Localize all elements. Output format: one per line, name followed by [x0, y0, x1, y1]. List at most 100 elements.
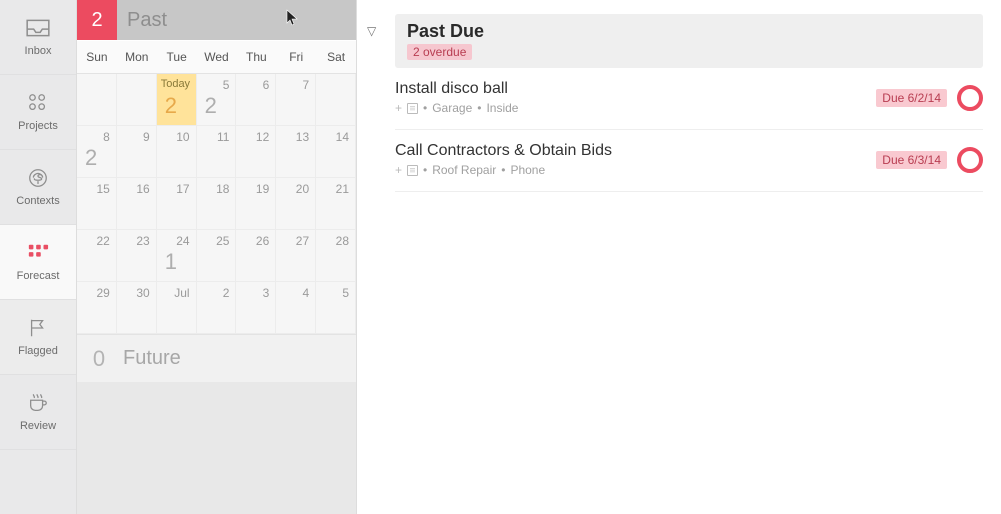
- sidebar: Inbox Projects Contexts Forecast Flagged: [0, 0, 77, 514]
- calendar-cell[interactable]: 10: [157, 126, 197, 178]
- month-label: Jul: [174, 286, 189, 300]
- calendar-cell[interactable]: Jul: [157, 282, 197, 334]
- sidebar-label: Review: [20, 420, 56, 432]
- task-row[interactable]: Install disco ball + • Garage • Inside D…: [395, 68, 983, 130]
- calendar-cell[interactable]: 16: [117, 178, 157, 230]
- weekday: Tue: [157, 50, 197, 64]
- calendar-cell[interactable]: 19: [236, 178, 276, 230]
- cell-count: 2: [85, 145, 97, 171]
- calendar-cell[interactable]: 7: [276, 74, 316, 126]
- past-count-badge: 2: [77, 0, 117, 40]
- calendar-cell[interactable]: 23: [117, 230, 157, 282]
- sidebar-item-review[interactable]: Review: [0, 375, 76, 450]
- sidebar-label: Contexts: [16, 195, 59, 207]
- task-context: Phone: [510, 163, 545, 177]
- calendar-cell[interactable]: 20: [276, 178, 316, 230]
- weekday: Sun: [77, 50, 117, 64]
- section-title: Past Due: [407, 21, 971, 42]
- calendar-cell[interactable]: 28: [316, 230, 356, 282]
- past-header[interactable]: 2 Past: [77, 0, 356, 40]
- today-label: Today: [161, 78, 190, 90]
- task-title: Install disco ball: [395, 80, 876, 98]
- future-label: Future: [123, 347, 181, 370]
- calendar-cell[interactable]: 3: [236, 282, 276, 334]
- task-row[interactable]: Call Contractors & Obtain Bids + • Roof …: [395, 130, 983, 192]
- sidebar-item-forecast[interactable]: Forecast: [0, 225, 76, 300]
- calendar-cell[interactable]: 29: [77, 282, 117, 334]
- task-meta: + • Roof Repair • Phone: [395, 163, 876, 177]
- sidebar-item-projects[interactable]: Projects: [0, 75, 76, 150]
- coffee-icon: [24, 392, 52, 414]
- sidebar-item-contexts[interactable]: Contexts: [0, 150, 76, 225]
- task-context: Inside: [486, 101, 518, 115]
- sidebar-item-flagged[interactable]: Flagged: [0, 300, 76, 375]
- calendar-cell[interactable]: 5: [316, 282, 356, 334]
- overdue-badge: 2 overdue: [407, 44, 472, 60]
- calendar-cell[interactable]: 4: [276, 282, 316, 334]
- task-project: Garage: [432, 101, 472, 115]
- weekday: Mon: [117, 50, 157, 64]
- calendar-cell[interactable]: [117, 74, 157, 126]
- section-past-due[interactable]: ▽ Past Due 2 overdue: [395, 14, 983, 68]
- task-title: Call Contractors & Obtain Bids: [395, 142, 876, 160]
- calendar-cell[interactable]: 11: [197, 126, 237, 178]
- calendar-cell[interactable]: 18: [197, 178, 237, 230]
- cell-count: 2: [165, 93, 177, 119]
- weekday: Sat: [316, 50, 356, 64]
- calendar-cell[interactable]: 12: [236, 126, 276, 178]
- calendar-cell[interactable]: [316, 74, 356, 126]
- calendar-cell[interactable]: 2: [197, 282, 237, 334]
- add-note-icon[interactable]: +: [395, 163, 402, 177]
- sidebar-label: Projects: [18, 120, 58, 132]
- calendar-cell[interactable]: [77, 74, 117, 126]
- calendar-cell[interactable]: 17: [157, 178, 197, 230]
- calendar-cell[interactable]: 15: [77, 178, 117, 230]
- cell-count: 2: [205, 93, 217, 119]
- calendar-cell[interactable]: 9: [117, 126, 157, 178]
- sidebar-label: Inbox: [25, 45, 52, 57]
- calendar-cell[interactable]: 30: [117, 282, 157, 334]
- calendar-cell[interactable]: 26: [236, 230, 276, 282]
- calendar-cell[interactable]: 21: [316, 178, 356, 230]
- note-icon: [407, 103, 418, 114]
- note-icon: [407, 165, 418, 176]
- task-project: Roof Repair: [432, 163, 496, 177]
- disclosure-triangle-icon[interactable]: ▽: [367, 24, 376, 38]
- sidebar-item-inbox[interactable]: Inbox: [0, 0, 76, 75]
- complete-checkbox[interactable]: [957, 147, 983, 173]
- calendar-cell-today[interactable]: Today 2: [157, 74, 197, 126]
- calendar-cell[interactable]: 52: [197, 74, 237, 126]
- contexts-icon: [24, 167, 52, 189]
- cursor-icon: [286, 9, 300, 32]
- due-badge: Due 6/3/14: [876, 151, 947, 169]
- add-note-icon[interactable]: +: [395, 101, 402, 115]
- task-main: Call Contractors & Obtain Bids + • Roof …: [395, 142, 876, 177]
- calendar-cell[interactable]: 241: [157, 230, 197, 282]
- flag-icon: [24, 317, 52, 339]
- projects-icon: [24, 92, 52, 114]
- app-root: Inbox Projects Contexts Forecast Flagged: [0, 0, 1001, 514]
- calendar-cell[interactable]: 6: [236, 74, 276, 126]
- weekday: Fri: [276, 50, 316, 64]
- future-header[interactable]: 0 Future: [77, 334, 356, 382]
- calendar-cell[interactable]: 27: [276, 230, 316, 282]
- sidebar-label: Flagged: [18, 345, 58, 357]
- calendar-grid: Today 2 52 6 7 82 9 10 11 12 13 14 15 16…: [77, 74, 356, 334]
- sidebar-label: Forecast: [17, 270, 60, 282]
- past-label: Past: [117, 9, 286, 32]
- calendar-cell[interactable]: 14: [316, 126, 356, 178]
- calendar-cell[interactable]: 13: [276, 126, 316, 178]
- inbox-icon: [24, 17, 52, 39]
- cell-count: 1: [165, 249, 177, 275]
- calendar-cell[interactable]: 25: [197, 230, 237, 282]
- weekday: Thu: [236, 50, 276, 64]
- weekday-row: Sun Mon Tue Wed Thu Fri Sat: [77, 40, 356, 74]
- task-main: Install disco ball + • Garage • Inside: [395, 80, 876, 115]
- due-badge: Due 6/2/14: [876, 89, 947, 107]
- weekday: Wed: [197, 50, 237, 64]
- task-meta: + • Garage • Inside: [395, 101, 876, 115]
- complete-checkbox[interactable]: [957, 85, 983, 111]
- calendar-cell[interactable]: 82: [77, 126, 117, 178]
- future-count: 0: [89, 346, 109, 372]
- calendar-cell[interactable]: 22: [77, 230, 117, 282]
